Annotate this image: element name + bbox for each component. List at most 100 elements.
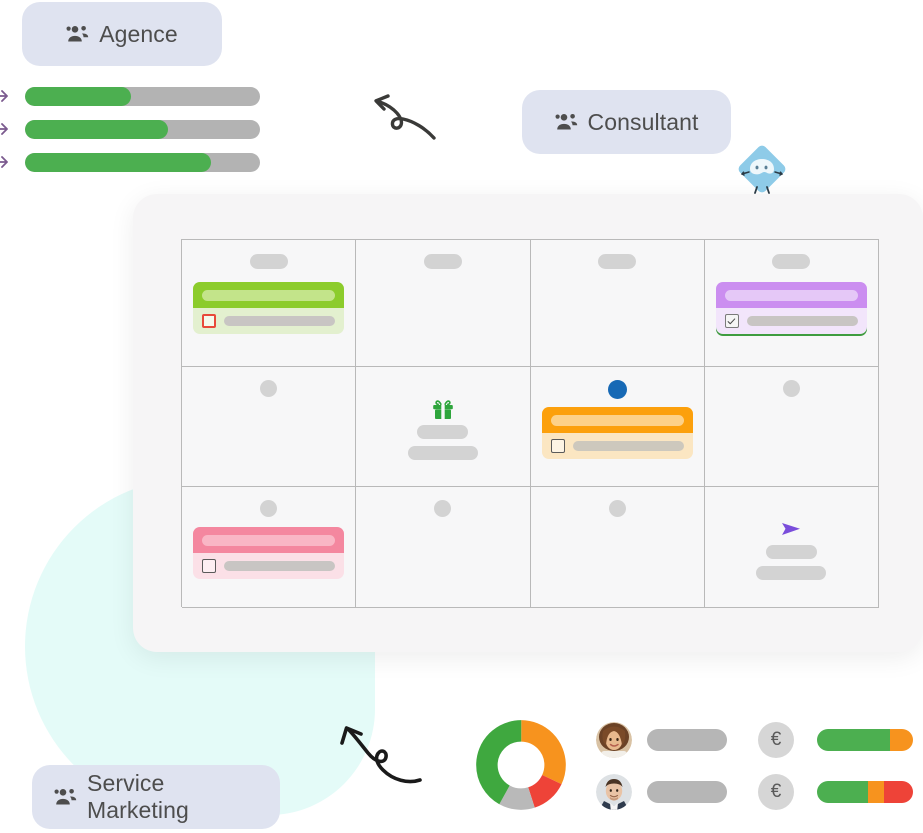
illustration-stage: Agence Consultant Service Marketing € € <box>0 0 923 833</box>
gift-icon <box>356 400 529 420</box>
checkbox-checked-icon[interactable] <box>724 314 739 328</box>
progress-fill <box>25 153 211 172</box>
placeholder-bar <box>417 425 469 439</box>
calendar-cell[interactable] <box>530 240 705 367</box>
segmented-progress-track <box>817 729 913 751</box>
euro-symbol: € <box>770 729 782 750</box>
day-marker <box>434 500 452 517</box>
tag-label: Consultant <box>587 108 699 135</box>
event-title-placeholder <box>202 534 336 546</box>
segment-orange <box>867 781 885 803</box>
calendar-cell[interactable] <box>704 367 879 487</box>
placeholder-bar <box>407 446 478 460</box>
segment-green <box>817 729 890 751</box>
send-icon <box>705 520 878 538</box>
event-card-pink[interactable] <box>193 527 345 579</box>
euro-list: € € <box>758 722 913 826</box>
progress-track <box>25 120 260 139</box>
avatar <box>596 774 632 810</box>
arrow-right-icon <box>0 152 12 172</box>
event-detail-placeholder <box>572 441 684 451</box>
event-header <box>541 407 693 433</box>
event-header <box>193 282 345 308</box>
people-list <box>596 722 727 826</box>
donut-chart <box>476 720 566 810</box>
segment-orange <box>889 729 913 751</box>
cell-placeholders <box>356 425 529 460</box>
segment-green <box>817 781 868 803</box>
event-body <box>542 433 693 459</box>
arrow-right-icon <box>0 86 12 106</box>
day-marker <box>260 380 278 397</box>
event-detail-placeholder <box>224 316 336 326</box>
day-marker <box>423 254 462 269</box>
calendar-cell[interactable] <box>356 367 531 487</box>
event-body <box>193 308 344 334</box>
event-detail-placeholder <box>746 316 858 326</box>
avatar <box>596 722 632 758</box>
checkbox-unchecked-icon[interactable] <box>202 559 216 573</box>
tag-agence[interactable]: Agence <box>22 2 222 66</box>
day-marker <box>249 254 288 269</box>
diamond-mascot-icon <box>736 143 788 195</box>
tag-label: Service Marketing <box>87 770 189 823</box>
person-name-placeholder <box>647 729 727 751</box>
progress-fill <box>25 120 169 139</box>
placeholder-bar <box>765 545 817 559</box>
donut-chart-svg <box>476 720 566 810</box>
person-row <box>596 722 727 758</box>
calendar-cell[interactable] <box>182 487 357 608</box>
day-marker <box>608 500 626 517</box>
event-header <box>193 527 345 553</box>
calendar-cell[interactable] <box>530 367 705 487</box>
calendar-board <box>133 194 923 652</box>
event-title-placeholder <box>724 289 858 301</box>
progress-fill <box>25 87 131 106</box>
slice-green <box>476 720 566 810</box>
calendar-cell[interactable] <box>356 487 531 608</box>
day-marker <box>782 380 800 397</box>
day-marker-active <box>607 380 627 399</box>
euro-row: € <box>758 722 913 758</box>
tag-label: Agence <box>99 20 178 47</box>
event-card-green[interactable] <box>193 282 345 334</box>
calendar-cell[interactable] <box>530 487 705 608</box>
event-title-placeholder <box>202 289 336 301</box>
group-icon <box>54 788 78 806</box>
curly-arrow-left-icon <box>355 88 437 144</box>
progress-track <box>25 87 260 106</box>
euro-symbol: € <box>770 781 782 802</box>
event-card-orange[interactable] <box>541 407 693 459</box>
day-marker <box>260 500 278 517</box>
calendar-grid <box>181 239 879 608</box>
calendar-cell[interactable] <box>182 367 357 487</box>
placeholder-bar <box>756 566 827 580</box>
tag-service-marketing[interactable]: Service Marketing <box>32 765 280 829</box>
euro-icon: € <box>758 774 794 810</box>
event-header <box>715 282 867 308</box>
group-icon <box>555 113 579 131</box>
euro-row: € <box>758 774 913 810</box>
event-body <box>193 553 344 579</box>
cell-placeholders <box>705 545 878 580</box>
arrow-right-icon <box>0 119 12 139</box>
calendar-cell[interactable] <box>704 487 879 608</box>
person-name-placeholder <box>647 781 727 803</box>
checkbox-unchecked-icon[interactable] <box>550 439 565 453</box>
event-detail-placeholder <box>224 561 336 571</box>
tag-consultant[interactable]: Consultant <box>522 90 731 154</box>
day-marker <box>598 254 637 269</box>
person-row <box>596 774 727 810</box>
event-body <box>716 308 867 334</box>
segmented-progress-track <box>817 781 913 803</box>
group-icon <box>66 25 90 43</box>
checkbox-unchecked-icon[interactable] <box>202 314 216 328</box>
calendar-cell[interactable] <box>356 240 531 367</box>
euro-icon: € <box>758 722 794 758</box>
event-title-placeholder <box>550 414 684 426</box>
calendar-cell[interactable] <box>182 240 357 367</box>
curly-arrow-upleft-icon <box>330 718 425 790</box>
segment-red <box>884 781 913 803</box>
event-card-purple[interactable] <box>715 282 867 334</box>
calendar-cell[interactable] <box>704 240 879 367</box>
